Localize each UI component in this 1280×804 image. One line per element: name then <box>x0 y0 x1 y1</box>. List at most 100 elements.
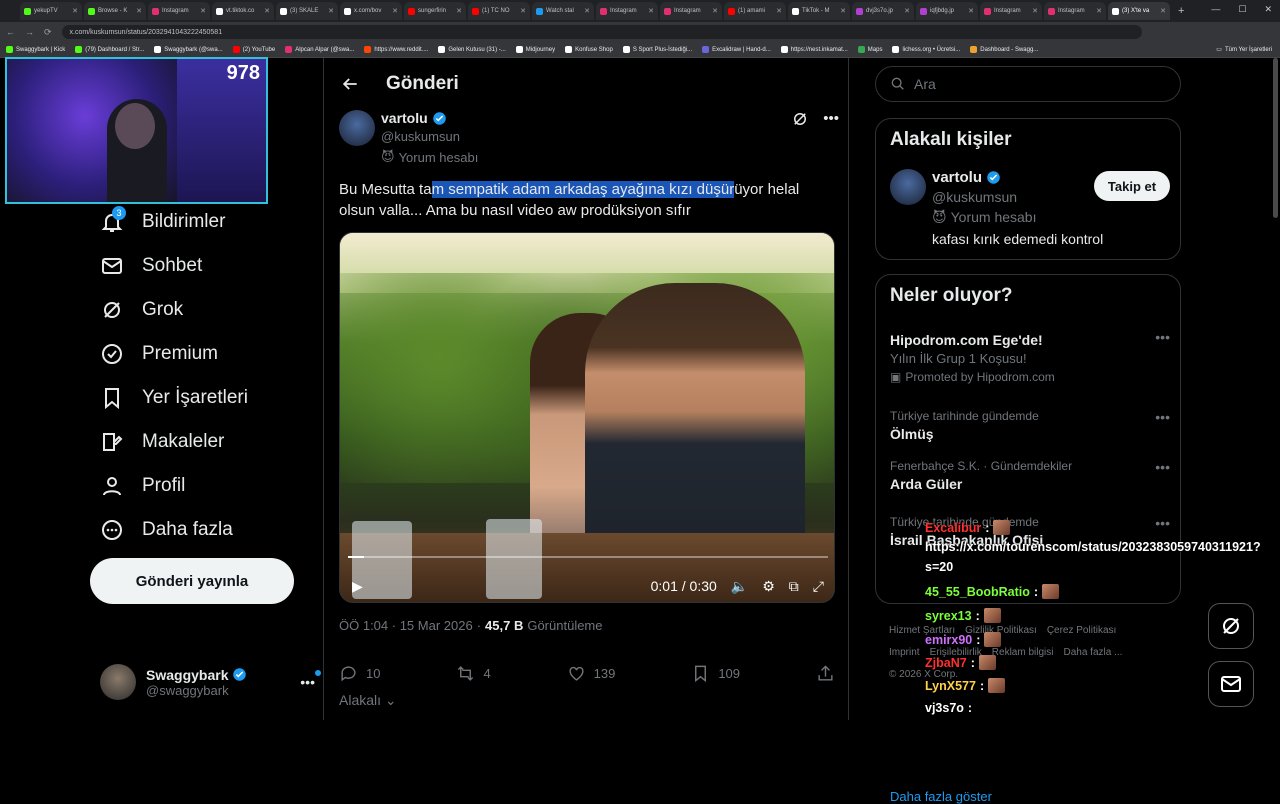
close-icon[interactable]: ✕ <box>904 7 910 15</box>
forward-icon[interactable]: → <box>25 27 34 37</box>
share-button[interactable] <box>816 664 835 683</box>
bookmark-item[interactable]: https://www.reddit.... <box>364 46 428 53</box>
browser-tab[interactable]: (3) SKALE ✕ <box>276 2 338 20</box>
close-icon[interactable]: ✕ <box>840 7 846 15</box>
grok-fab[interactable] <box>1208 603 1254 649</box>
close-icon[interactable]: ✕ <box>584 7 590 15</box>
messages-fab[interactable] <box>1208 661 1254 707</box>
bookmark-item[interactable]: Gelen Kutusu (31) -... <box>438 46 506 53</box>
sidebar-item-bell[interactable]: 3 Bildirimler <box>92 200 312 244</box>
related-dropdown[interactable]: Alakalı ⌄ <box>339 692 397 709</box>
more-options-icon[interactable]: ••• <box>823 110 839 128</box>
new-tab-icon[interactable]: + <box>1178 5 1184 17</box>
window-controls[interactable]: — ☐ ✕ <box>1211 4 1272 15</box>
close-icon[interactable]: ✕ <box>1264 4 1272 15</box>
bookmark-item[interactable]: Alpcan Alpar (@swa... <box>285 46 354 53</box>
bookmark-item[interactable]: lichess.org • Ücretsi... <box>892 46 960 53</box>
related-name[interactable]: vartolu <box>932 169 982 186</box>
bookmark-item[interactable]: Dashboard - Swagg... <box>970 46 1038 53</box>
play-icon[interactable]: ▶ <box>352 578 363 595</box>
bookmark-item[interactable]: S Sport Plus-İstediği... <box>622 46 692 53</box>
like-button[interactable]: 139 <box>567 664 615 683</box>
minimize-icon[interactable]: — <box>1211 4 1220 15</box>
author-name[interactable]: vartolu <box>381 110 428 126</box>
back-icon[interactable]: ← <box>6 27 15 37</box>
more-icon[interactable]: ••• <box>300 670 321 690</box>
post-time[interactable]: ÖÖ 1:04 · 15 Mar 2026 <box>339 618 473 633</box>
close-icon[interactable]: ✕ <box>712 7 718 15</box>
close-icon[interactable]: ✕ <box>1096 7 1102 15</box>
author-name-row[interactable]: vartolu <box>381 110 447 126</box>
close-icon[interactable]: ✕ <box>136 7 142 15</box>
more-options-icon[interactable]: ••• <box>1155 515 1170 531</box>
related-avatar[interactable] <box>890 169 926 205</box>
bookmark-item[interactable]: https://nest.inkamat... <box>780 46 848 53</box>
search-input[interactable]: Ara <box>875 66 1181 102</box>
bookmark-item[interactable]: Excalidraw | Hand-d... <box>702 46 771 53</box>
close-icon[interactable]: ✕ <box>520 7 526 15</box>
footer-link[interactable]: Çerez Politikası <box>1047 625 1116 636</box>
close-icon[interactable]: ✕ <box>968 7 974 15</box>
sidebar-item-grok[interactable]: Grok <box>92 288 312 332</box>
follow-button[interactable]: Takip et <box>1094 171 1170 201</box>
bookmark-item[interactable]: Maps <box>857 46 882 53</box>
sidebar-item-bookmark[interactable]: Yer İşaretleri <box>92 376 312 420</box>
sidebar-item-more-circle[interactable]: Daha fazla <box>92 508 312 552</box>
sidebar-item-profile[interactable]: Profil <box>92 464 312 508</box>
browser-tab[interactable]: (1) TC NO ✕ <box>468 2 530 20</box>
browser-tab[interactable]: Instagram ✕ <box>596 2 658 20</box>
bookmark-item[interactable]: (79) Dashboard / Str... <box>75 46 144 53</box>
author-handle[interactable]: @kuskumsun <box>381 129 460 144</box>
close-icon[interactable]: ✕ <box>200 7 206 15</box>
browser-tab[interactable]: x.com/bov ✕ <box>340 2 402 20</box>
close-icon[interactable]: ✕ <box>392 7 398 15</box>
grok-icon[interactable] <box>791 110 809 128</box>
browser-tab[interactable]: TikTok - M ✕ <box>788 2 850 20</box>
back-arrow-icon[interactable] <box>340 74 360 94</box>
browser-tab[interactable]: Instagram ✕ <box>1044 2 1106 20</box>
post-video[interactable]: ▶ 0:01 / 0:30 🔈 ⚙ ⧉ ⤢ <box>339 232 835 603</box>
repost-button[interactable]: 4 <box>456 664 491 683</box>
author-avatar[interactable] <box>339 110 375 146</box>
trend-item[interactable]: Türkiye tarihinde gündemde Ölmüş ••• <box>890 409 1170 442</box>
video-progress-bar[interactable] <box>348 556 828 558</box>
close-icon[interactable]: ✕ <box>456 7 462 15</box>
browser-tab[interactable]: Instagram ✕ <box>660 2 722 20</box>
fullscreen-icon[interactable]: ⤢ <box>813 578 824 595</box>
sidebar-item-mail[interactable]: Sohbet <box>92 244 312 288</box>
page-scrollbar[interactable] <box>1273 58 1278 218</box>
footer-link[interactable]: Reklam bilgisi <box>992 647 1054 658</box>
trend-item[interactable]: Fenerbahçe S.K. · Gündemdekiler Arda Güle… <box>890 459 1170 492</box>
trend-item[interactable]: Hipodrom.com Ege'de! Yılın İlk Grup 1 Koş… <box>890 329 1170 384</box>
more-options-icon[interactable]: ••• <box>1155 459 1170 475</box>
pip-icon[interactable]: ⧉ <box>789 578 799 595</box>
browser-tab[interactable]: sungerfirin ✕ <box>404 2 466 20</box>
browser-tab[interactable]: vt.tiktok.co ✕ <box>212 2 274 20</box>
browser-tab[interactable]: iqfjbdg.jp ✕ <box>916 2 978 20</box>
footer-link[interactable]: Daha fazla ... <box>1063 647 1122 658</box>
close-icon[interactable]: ✕ <box>776 7 782 15</box>
sidebar-item-article[interactable]: Makaleler <box>92 420 312 464</box>
browser-tab[interactable]: dvj3s7o.jp ✕ <box>852 2 914 20</box>
bookmark-item[interactable]: (2) YouTube <box>232 46 275 53</box>
reload-icon[interactable]: ⟳ <box>44 27 52 38</box>
browser-tab[interactable]: Browse - K ✕ <box>84 2 146 20</box>
bookmark-item[interactable]: Swaggybark | Kick <box>6 46 65 53</box>
url-input[interactable]: x.com/kuskumsun/status/20329410432224505… <box>61 25 1142 39</box>
browser-tab[interactable]: Instagram ✕ <box>980 2 1042 20</box>
close-icon[interactable]: ✕ <box>648 7 654 15</box>
footer-link[interactable]: Imprint <box>889 647 920 658</box>
more-options-icon[interactable]: ••• <box>1155 409 1170 425</box>
bookmark-button[interactable]: 109 <box>691 664 740 683</box>
bookmark-item[interactable]: Konfuse Shop <box>565 46 613 53</box>
bookmark-item[interactable]: Swaggybark (@swa... <box>154 46 223 53</box>
close-icon[interactable]: ✕ <box>1160 7 1166 15</box>
close-icon[interactable]: ✕ <box>72 7 78 15</box>
show-more-link[interactable]: Daha fazla göster <box>890 789 992 804</box>
browser-tab[interactable]: Instagram ✕ <box>148 2 210 20</box>
browser-tab[interactable]: (1) amami ✕ <box>724 2 786 20</box>
volume-icon[interactable]: 🔈 <box>731 578 748 595</box>
browser-tab[interactable]: Watch stal ✕ <box>532 2 594 20</box>
browser-tab[interactable]: (3) X'te va ✕ <box>1108 2 1170 20</box>
close-icon[interactable]: ✕ <box>1032 7 1038 15</box>
